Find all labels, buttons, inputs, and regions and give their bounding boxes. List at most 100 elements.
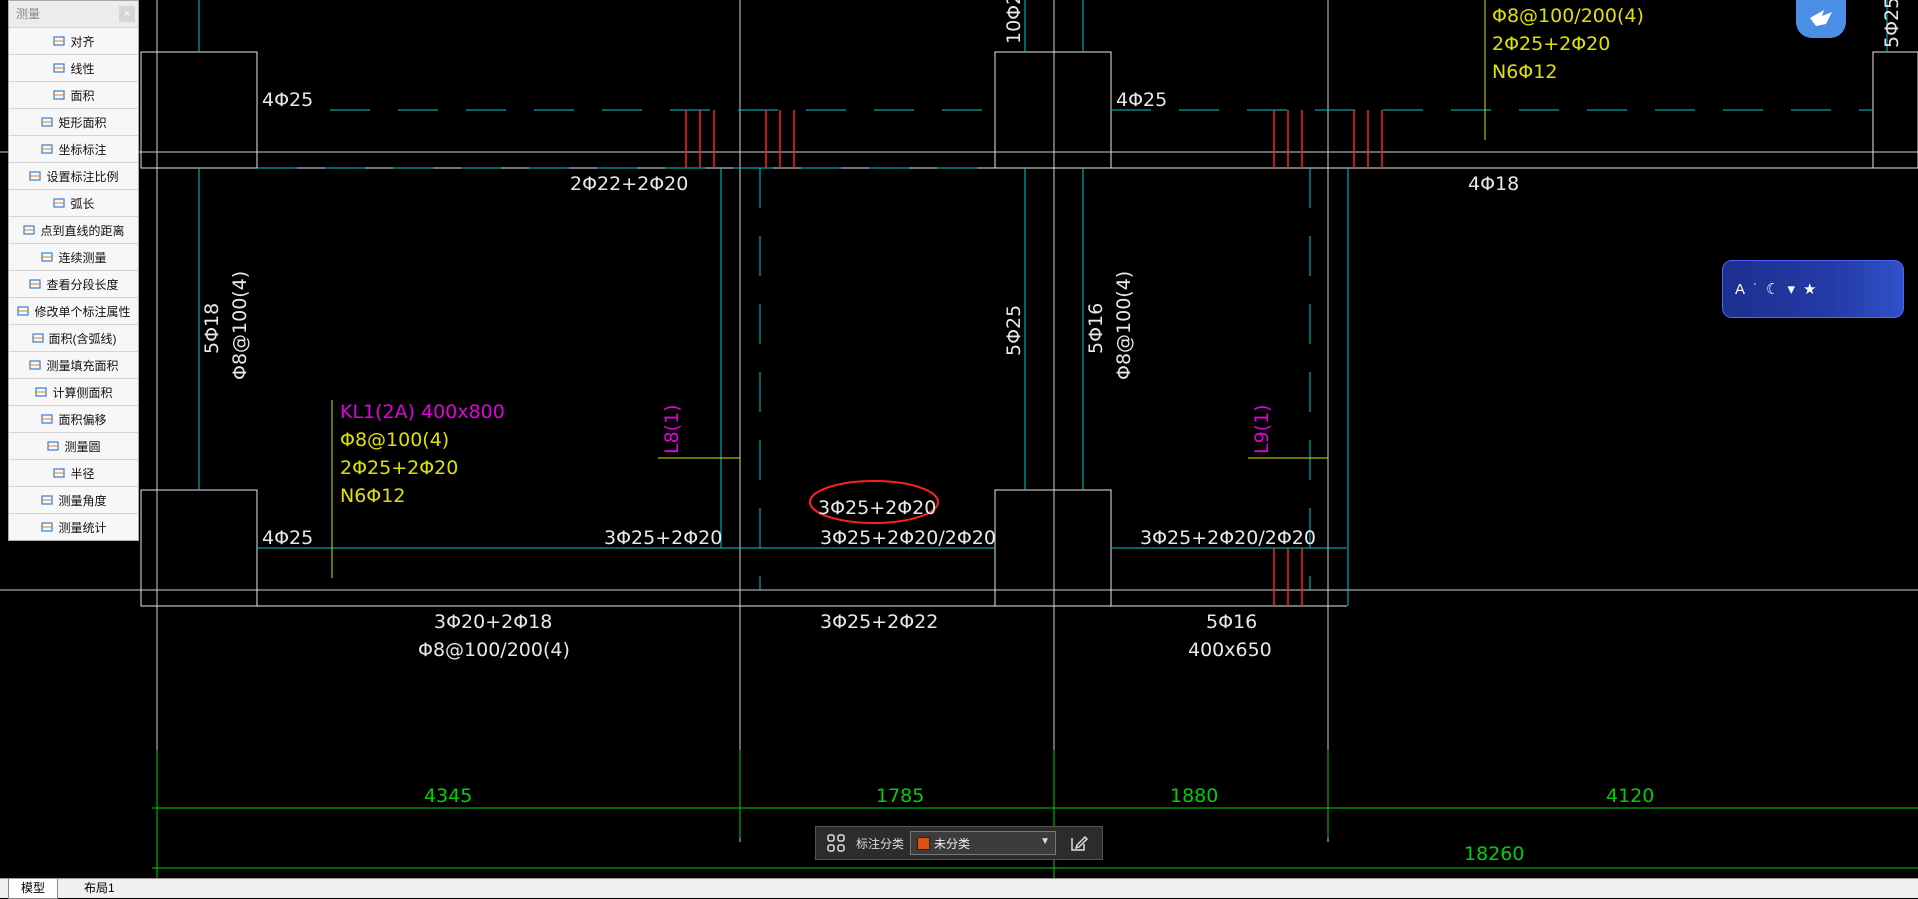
circle-measure-icon <box>47 441 60 451</box>
dim-4120: 4120 <box>1606 785 1654 807</box>
area-icon <box>53 90 66 100</box>
tool-label: 面积 <box>70 88 95 103</box>
rebar-bottom-left: 3Φ25+2Φ20 <box>604 527 722 549</box>
tool-continuous-measure[interactable]: 连续测量 <box>9 243 138 270</box>
tool-label: 连续测量 <box>58 250 107 265</box>
side-area-icon <box>35 387 48 397</box>
grid-icon[interactable] <box>824 831 848 855</box>
rebar-top-right: 4Φ18 <box>1468 173 1519 195</box>
tool-point-line[interactable]: 点到直线的距离 <box>9 216 138 243</box>
tool-arc-length[interactable]: 弧长 <box>9 189 138 216</box>
chevron-down-icon: ▼ <box>1040 836 1051 847</box>
dashed-beam-lines <box>257 109 1873 590</box>
tool-radius[interactable]: 半径 <box>9 459 138 486</box>
layout-tab-bar: 模型 布局1 <box>0 878 1918 899</box>
tool-statistics[interactable]: 测量统计 <box>9 513 138 540</box>
arc-length-icon <box>53 198 66 208</box>
segment-length-icon <box>29 279 42 289</box>
tool-label: 矩形面积 <box>58 115 107 130</box>
tool-scale[interactable]: 设置标注比例 <box>9 162 138 189</box>
area-offset-icon <box>41 414 54 424</box>
arc-area-icon <box>31 333 44 343</box>
tool-label: 计算侧面积 <box>52 385 113 400</box>
annotation-toolbar: 标注分类 未分类 ▼ <box>815 826 1103 860</box>
tab-layout1[interactable]: 布局1 <box>72 879 127 898</box>
tool-hatch-area[interactable]: 测量填充面积 <box>9 351 138 378</box>
vlabel-mid-1: 5Φ25 <box>1003 305 1025 356</box>
rebar-under-left-2: Φ8@100/200(4) <box>418 639 570 661</box>
tool-coordinate[interactable]: 坐标标注 <box>9 135 138 162</box>
kl1-stirrup: Φ8@100(4) <box>340 429 449 451</box>
category-color-swatch <box>917 836 931 850</box>
rebar-under-right-1: 5Φ16 <box>1206 611 1257 633</box>
rect-area-icon <box>41 117 54 127</box>
tool-linear-measure[interactable]: 线性 <box>9 54 138 81</box>
tool-area[interactable]: 面积 <box>9 81 138 108</box>
tool-label: 测量圆 <box>64 439 101 454</box>
tool-label: 测量填充面积 <box>46 358 119 373</box>
close-icon[interactable]: × <box>119 6 135 22</box>
scale-icon <box>29 171 42 181</box>
tool-label: 面积(含弧线) <box>48 331 117 346</box>
hatch-area-icon <box>29 360 42 370</box>
cad-drawing[interactable]: 4Φ25 4Φ25 2Φ22+2Φ20 4Φ18 4Φ25 3Φ25+2Φ20 … <box>0 0 1918 878</box>
tool-label: 查看分段长度 <box>46 277 119 292</box>
coordinate-icon <box>41 144 54 154</box>
point-line-icon <box>23 225 36 235</box>
tool-label: 测量角度 <box>58 493 107 508</box>
tab-model[interactable]: 模型 <box>8 879 59 899</box>
tool-edit-annotation[interactable]: 修改单个标注属性 <box>9 297 138 324</box>
moon-icon: ☾ <box>1766 281 1780 298</box>
annotation-category-label: 标注分类 <box>856 836 905 851</box>
rebar-mid-top: 4Φ25 <box>1116 89 1167 111</box>
vlabel-col-top-right: 5Φ25 <box>1881 0 1903 48</box>
tool-segment-length[interactable]: 查看分段长度 <box>9 270 138 297</box>
shirt-icon: ▾ <box>1787 281 1795 298</box>
kl1-name: KL1(2A) 400x800 <box>340 401 505 423</box>
dim-total: 18260 <box>1464 843 1524 865</box>
bird-icon <box>1810 10 1832 26</box>
sparkle-icon: ˙ <box>1753 280 1759 298</box>
tool-circle-measure[interactable]: 测量圆 <box>9 432 138 459</box>
tool-rect-area[interactable]: 矩形面积 <box>9 108 138 135</box>
weather-widget[interactable]: A ˙ ☾ ▾ ★ <box>1722 260 1904 318</box>
rebar-circled: 3Φ25+2Φ20 <box>818 497 936 519</box>
rebar-under-mid: 3Φ25+2Φ22 <box>820 611 938 633</box>
statistics-icon <box>41 522 54 532</box>
tool-label: 面积偏移 <box>58 412 107 427</box>
beam-bars-top: 2Φ25+2Φ20 <box>1492 33 1610 55</box>
panel-title: 测量 × <box>9 1 138 27</box>
vlabel-col-top: 10Φ25 <box>1003 0 1025 44</box>
tool-area-offset[interactable]: 面积偏移 <box>9 405 138 432</box>
tool-align-measure[interactable]: 对齐 <box>9 27 138 54</box>
continuous-measure-icon <box>41 252 54 262</box>
align-measure-icon <box>53 36 66 46</box>
vlabel-mid-3: Φ8@100(4) <box>1113 271 1135 380</box>
measure-panel: 测量 × 对齐线性面积矩形面积坐标标注设置标注比例 弧长点到直线的距离连续测量查看… <box>8 0 139 541</box>
vlabel-l9: L9(1) <box>1251 404 1273 454</box>
dim-1785: 1785 <box>876 785 924 807</box>
annotation-category-select[interactable]: 未分类 ▼ <box>910 831 1057 855</box>
star-icon: ★ <box>1803 281 1817 298</box>
tool-angle[interactable]: 测量角度 <box>9 486 138 513</box>
tool-label: 对齐 <box>70 34 95 49</box>
radius-icon <box>53 468 66 478</box>
tool-label: 弧长 <box>70 196 95 211</box>
beam-lines <box>198 0 1888 606</box>
tool-list: 对齐线性面积矩形面积坐标标注设置标注比例 弧长点到直线的距离连续测量查看分段长度修… <box>9 27 138 540</box>
cad-canvas[interactable]: 4Φ25 4Φ25 2Φ22+2Φ20 4Φ18 4Φ25 3Φ25+2Φ20 … <box>0 0 1918 878</box>
tool-label: 设置标注比例 <box>46 169 119 184</box>
kl1-side: N6Φ12 <box>340 485 405 507</box>
vlabel-left-1: 5Φ18 <box>201 303 223 354</box>
rebar-bottom-right: 3Φ25+2Φ20/2Φ20 <box>1140 527 1316 549</box>
bird-logo-icon[interactable] <box>1796 0 1846 38</box>
angle-icon <box>41 495 54 505</box>
columns <box>140 51 1918 607</box>
rebar-under-right-2: 400x650 <box>1188 639 1272 661</box>
edit-annotation-icon <box>17 306 30 316</box>
edit-icon[interactable] <box>1068 832 1090 854</box>
tool-side-area[interactable]: 计算侧面积 <box>9 378 138 405</box>
rebar-left-bottom: 4Φ25 <box>262 527 313 549</box>
tool-arc-area[interactable]: 面积(含弧线) <box>9 324 138 351</box>
rebar-bottom-mid: 3Φ25+2Φ20/2Φ20 <box>820 527 996 549</box>
